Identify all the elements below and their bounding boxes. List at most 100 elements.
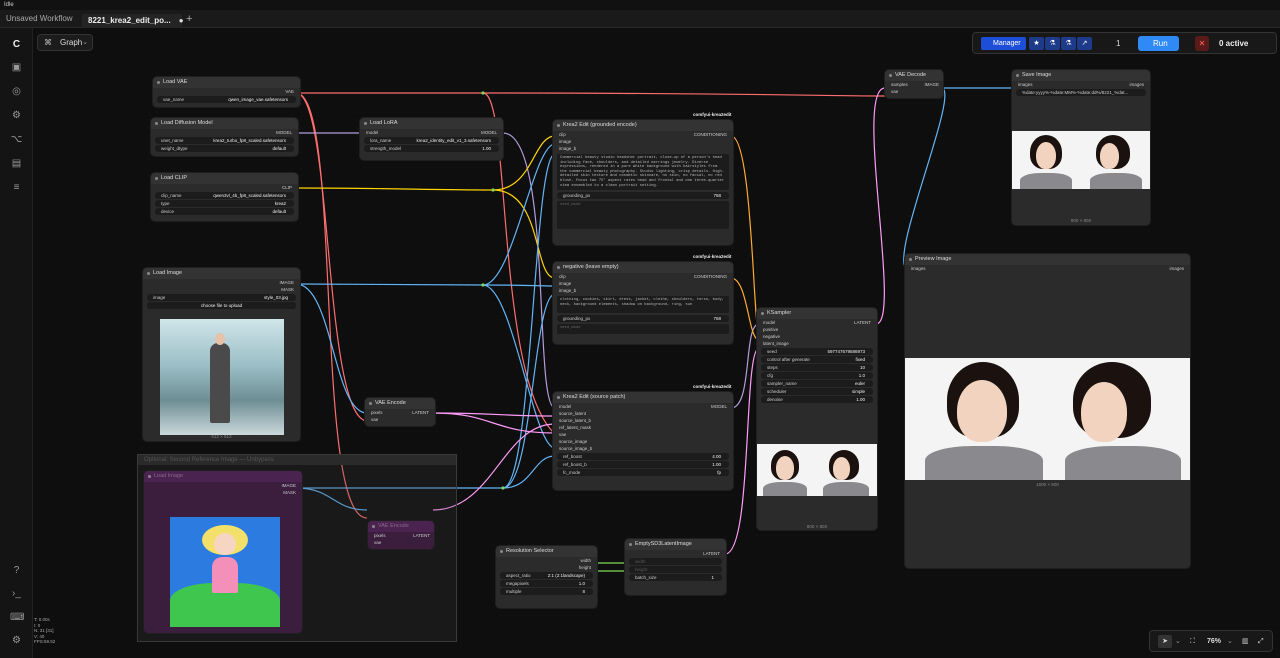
output-latent[interactable]: LATENT	[625, 550, 726, 557]
input-image[interactable]: image	[553, 280, 733, 287]
output-model[interactable]: MODEL	[481, 129, 497, 136]
output-conditioning[interactable]: CONDITIONING	[694, 131, 727, 138]
aspect-ratio-widget[interactable]: aspect_ratio 2:1 (2:1landscape)	[500, 572, 593, 579]
node-save-image[interactable]: Save Image images images %date:yyyy%-%dat…	[1012, 70, 1150, 225]
input-image[interactable]: image	[553, 138, 733, 145]
workflows-icon[interactable]: ⌥	[10, 133, 23, 146]
denoise-widget[interactable]: denoise 1.00	[761, 396, 873, 403]
input-vae[interactable]: vae	[885, 88, 943, 95]
node-vae-encode-bypassed[interactable]: VAE Encode pixels LATENT vae	[368, 521, 434, 549]
link-visibility-icon[interactable]: ⤢	[1258, 635, 1264, 648]
output-latent[interactable]: LATENT	[854, 319, 871, 326]
model-library-icon[interactable]: ◎	[10, 85, 23, 98]
input-samples[interactable]: samples IMAGE	[885, 81, 943, 88]
tab-unsaved-workflow[interactable]: Unsaved Workflow	[0, 10, 80, 28]
node-preview-image[interactable]: Preview Image images images 1600 × 800	[905, 254, 1190, 568]
output-images[interactable]: images	[1169, 265, 1184, 272]
output-latent[interactable]: LATENT	[412, 409, 429, 416]
input-negative[interactable]: negative	[757, 333, 877, 340]
keyboard-icon[interactable]: ⌨	[10, 611, 24, 624]
control-after-generate-widget[interactable]: control after generate fixed	[761, 356, 873, 363]
input-image-b[interactable]: image_b	[553, 287, 733, 294]
batch-size-widget[interactable]: batch_size 1	[629, 574, 722, 581]
node-krea2-source-patch[interactable]: Krea2 Edit (source patch) model MODEL sou…	[553, 392, 733, 490]
comfy-logo-icon[interactable]: C	[10, 38, 23, 51]
output-latent[interactable]: LATENT	[413, 532, 430, 539]
output-mask[interactable]: MASK	[144, 489, 302, 496]
input-clip[interactable]: clip CONDITIONING	[553, 131, 733, 138]
input-images[interactable]: images images	[1012, 81, 1150, 88]
node-empty-sd3-latent-image[interactable]: EmptySD3LatentImage LATENT width height …	[625, 539, 726, 595]
node-vae-encode[interactable]: VAE Encode pixels LATENT vae	[365, 398, 435, 426]
output-clip[interactable]: CLIP	[151, 184, 298, 191]
input-image-b[interactable]: image_b	[553, 145, 733, 152]
output-vae[interactable]: VAE	[153, 88, 300, 95]
input-model[interactable]: model MODEL	[553, 403, 733, 410]
seed-mode-field[interactable]: seed_mode	[557, 201, 729, 229]
input-latent-image[interactable]: latent_image	[757, 340, 877, 347]
input-source-image[interactable]: source_image	[553, 438, 733, 445]
queue-icon[interactable]: ≡	[10, 181, 23, 194]
input-source-latent-b[interactable]: source_latent_b	[553, 417, 733, 424]
unet-name-widget[interactable]: unet_name krea2_turbo_fp8_scaled.safetens…	[155, 137, 294, 144]
node-load-clip[interactable]: Load CLIP CLIP clip_name qwen3vl_4b_fp8_s…	[151, 173, 298, 221]
input-positive[interactable]: positive	[757, 326, 877, 333]
node-krea2-negative[interactable]: negative (leave empty) clip CONDITIONING …	[553, 262, 733, 344]
strength-model-widget[interactable]: strength_model 1.00	[364, 145, 499, 152]
ref-boost-b-widget[interactable]: ref_boost_b 1.00	[557, 461, 729, 468]
images-icon[interactable]: ▣	[10, 61, 23, 74]
select-tool-icon[interactable]: ➤	[1158, 635, 1172, 648]
node-load-image[interactable]: Load Image IMAGE MASK image style_03.jpg …	[143, 268, 300, 441]
clip-name-widget[interactable]: clip_name qwen3vl_4b_fp8_scaled.safetenso…	[155, 192, 294, 199]
grounding-px-widget[interactable]: grounding_px 768	[557, 192, 729, 199]
settings-icon[interactable]: ⚙	[10, 634, 23, 647]
input-vae[interactable]: vae	[365, 416, 435, 423]
output-images[interactable]: images	[1129, 81, 1144, 88]
sampler-name-widget[interactable]: sampler_name euler	[761, 380, 873, 387]
input-images[interactable]: images images	[905, 265, 1190, 272]
negative-prompt-textarea[interactable]: clothing, cookies, skirt, dress, jacket,…	[557, 296, 729, 313]
multiple-widget[interactable]: multiple 8	[500, 588, 593, 595]
input-source-image-b[interactable]: source_image_b	[553, 445, 733, 452]
input-ref-latent-mask[interactable]: ref_latent_mask	[553, 424, 733, 431]
steps-widget[interactable]: steps 10	[761, 364, 873, 371]
lora-name-widget[interactable]: lora_name krea2_identity_edit_v1_3.safete…	[364, 137, 499, 144]
output-mask[interactable]: MASK	[143, 286, 300, 293]
ref-boost-widget[interactable]: ref_boost 4.00	[557, 453, 729, 460]
node-ksampler[interactable]: KSampler model LATENT positive negative l…	[757, 308, 877, 530]
node-load-lora[interactable]: Load LoRA model MODEL lora_name krea2_iden…	[360, 118, 503, 160]
output-height[interactable]: height	[496, 564, 597, 571]
width-widget[interactable]: width	[629, 558, 722, 565]
node-load-vae[interactable]: Load VAE VAE vae_name qwen_image_vae.safe…	[153, 77, 300, 107]
minimap-icon[interactable]: ▥	[1242, 635, 1249, 648]
megapixels-widget[interactable]: megapixels 1.0	[500, 580, 593, 587]
chevron-down-icon[interactable]: ⌄	[1175, 635, 1181, 648]
node-krea2-edit-grounded[interactable]: Krea2 Edit (grounded encode) clip CONDITI…	[553, 120, 733, 245]
seed-widget[interactable]: seed 597747679586973	[761, 348, 873, 355]
seed-mode-field[interactable]: seed_mode	[557, 324, 729, 334]
zoom-level[interactable]: 76%	[1207, 635, 1221, 648]
output-image[interactable]: IMAGE	[144, 482, 302, 489]
upload-button[interactable]: choose file to upload	[147, 302, 296, 309]
input-clip[interactable]: clip CONDITIONING	[553, 273, 733, 280]
graph-canvas[interactable]: ⌘ Graph ⌄ Manager ★ ⚗ ⚗ ↗ 1 Run ✕ 0 acti…	[33, 28, 1280, 658]
input-pixels[interactable]: pixels LATENT	[368, 532, 434, 539]
cfg-widget[interactable]: cfg 1.0	[761, 372, 873, 379]
node-load-image-bypassed[interactable]: Load Image IMAGE MASK	[144, 471, 302, 633]
filename-prefix-widget[interactable]: %date:yyyy%-%date:MM%-%date:dd%/8221_%da…	[1016, 89, 1146, 96]
clip-device-widget[interactable]: device default	[155, 208, 294, 215]
terminal-icon[interactable]: ›_	[10, 587, 23, 600]
input-source-latent[interactable]: source_latent	[553, 410, 733, 417]
input-pixels[interactable]: pixels LATENT	[365, 409, 435, 416]
output-conditioning[interactable]: CONDITIONING	[694, 273, 727, 280]
scheduler-widget[interactable]: scheduler simple	[761, 388, 873, 395]
output-model[interactable]: MODEL	[151, 129, 298, 136]
output-width[interactable]: width	[496, 557, 597, 564]
group-second-reference[interactable]: Optional: Second Reference Image — Unbyp…	[137, 454, 457, 642]
input-model[interactable]: model LATENT	[757, 319, 877, 326]
new-tab-button[interactable]: +	[186, 10, 192, 28]
output-image[interactable]: IMAGE	[924, 81, 939, 88]
input-model[interactable]: model MODEL	[360, 129, 503, 136]
vae-name-widget[interactable]: vae_name qwen_image_vae.safetensors	[157, 96, 296, 103]
height-widget[interactable]: height	[629, 566, 722, 573]
